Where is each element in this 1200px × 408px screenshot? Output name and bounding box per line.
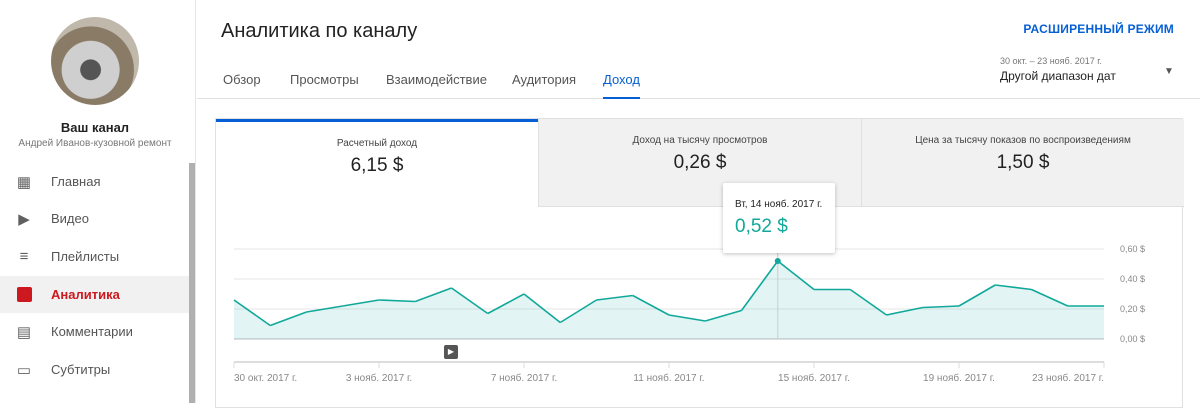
tooltip-date: Вт, 14 нояб. 2017 г. xyxy=(735,199,823,210)
video-icon: ▶ xyxy=(18,210,30,228)
tab-revenue[interactable]: Доход xyxy=(603,72,640,99)
sidebar-item-label: Аналитика xyxy=(51,287,120,302)
metric-label: Расчетный доход xyxy=(336,138,418,149)
sidebar-item-video[interactable]: ▶ Видео xyxy=(0,200,190,237)
metric-value: 6,15 $ xyxy=(350,155,404,176)
metric-value: 0,26 $ xyxy=(673,152,727,173)
channel-name: Андрей Иванов-кузовной ремонт xyxy=(18,138,172,149)
sidebar-item-label: Комментарии xyxy=(51,324,133,339)
tooltip-value: 0,52 $ xyxy=(735,216,788,237)
metric-estimated-revenue[interactable]: Расчетный доход 6,15 $ xyxy=(216,119,538,207)
advanced-mode-link[interactable]: РАСШИРЕННЫЙ РЕЖИМ xyxy=(1023,22,1174,36)
date-range-select[interactable]: Другой диапазон дат xyxy=(1000,69,1116,83)
header: Аналитика по каналу РАСШИРЕННЫЙ РЕЖИМ Об… xyxy=(197,0,1200,99)
sidebar-item-label: Видео xyxy=(51,211,89,226)
sidebar-item-label: Главная xyxy=(51,174,101,189)
chart-tooltip: Вт, 14 нояб. 2017 г. 0,52 $ xyxy=(723,183,835,253)
analytics-icon xyxy=(15,287,33,303)
channel-title[interactable]: Ваш канал xyxy=(0,120,190,135)
metric-cpm[interactable]: Цена за тысячу показов по воспроизведени… xyxy=(861,119,1184,207)
metric-value: 1,50 $ xyxy=(996,152,1050,173)
chevron-down-icon[interactable]: ▼ xyxy=(1164,66,1174,77)
playlist-icon: ≡ xyxy=(19,248,29,265)
sidebar-item-playlists[interactable]: ≡ Плейлисты xyxy=(0,238,190,275)
sidebar-item-comments[interactable]: ▤ Комментарии xyxy=(0,313,190,350)
tab-engagement[interactable]: Взаимодействие xyxy=(386,72,487,97)
sidebar-scrollbar[interactable] xyxy=(189,163,195,403)
avatar[interactable] xyxy=(51,17,139,105)
sidebar-item-subtitles[interactable]: ▭ Субтитры xyxy=(0,351,190,388)
page-title: Аналитика по каналу xyxy=(221,20,418,42)
sidebar-item-label: Субтитры xyxy=(51,362,111,377)
sidebar: Ваш канал Андрей Иванов-кузовной ремонт … xyxy=(0,0,196,403)
date-range-dates: 30 окт. – 23 нояб. 2017 г. xyxy=(1000,56,1102,66)
tab-overview[interactable]: Обзор xyxy=(223,72,261,97)
subtitles-icon: ▭ xyxy=(16,361,32,379)
metric-label: Доход на тысячу просмотров xyxy=(632,135,768,146)
sidebar-item-analytics[interactable]: Аналитика xyxy=(0,276,190,313)
metric-label: Цена за тысячу показов по воспроизведени… xyxy=(915,135,1131,146)
sidebar-item-home[interactable]: ▦ Главная xyxy=(0,163,190,200)
comment-icon: ▤ xyxy=(16,323,32,341)
dashboard-icon: ▦ xyxy=(16,173,32,191)
sidebar-item-label: Плейлисты xyxy=(51,249,120,264)
metrics-card: Расчетный доход 6,15 $ Доход на тысячу пр… xyxy=(215,118,1184,408)
tab-views[interactable]: Просмотры xyxy=(290,72,359,97)
tab-audience[interactable]: Аудитория xyxy=(512,72,576,97)
play-icon[interactable]: ▶ xyxy=(444,345,458,359)
